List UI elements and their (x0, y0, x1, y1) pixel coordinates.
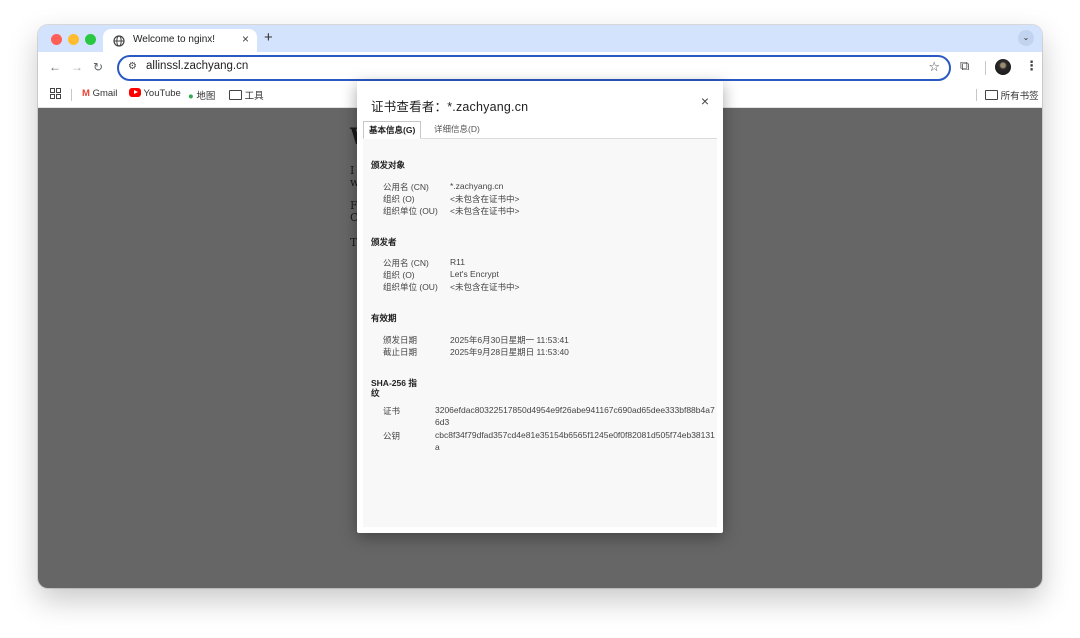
bookmark-gmail[interactable]: M Gmail (82, 88, 117, 99)
all-bookmarks[interactable]: 所有书签 (985, 88, 1039, 102)
field-value: 2025年9月28日星期日 11:53:40 (450, 346, 569, 358)
bookmark-label: 工具 (245, 91, 264, 102)
field-value: <未包含在证书中> (450, 281, 519, 293)
field-value: R11 (450, 257, 465, 267)
tab-title: Welcome to nginx! (133, 34, 215, 45)
section-validity: 有效期 (371, 312, 397, 324)
bookmarks-divider (976, 89, 977, 101)
field-label: 组织 (O) (383, 193, 415, 205)
maps-icon: ● (188, 91, 194, 102)
bookmark-label: 地图 (196, 91, 215, 102)
field-label: 证书 (383, 405, 400, 417)
profile-avatar[interactable] (995, 59, 1011, 75)
certificate-fingerprint: 3206efdac80322517850d4954e9f26abe941167c… (435, 404, 715, 428)
bookmark-label: YouTube (143, 88, 180, 99)
gmail-icon: M (82, 88, 90, 99)
field-value: 2025年6月30日星期一 11:53:41 (450, 334, 569, 346)
bookmark-label: Gmail (93, 88, 118, 99)
section-issued-by: 颁发者 (371, 236, 397, 248)
tab-strip: Welcome to nginx! × + ⌄ (38, 25, 1042, 52)
back-arrow-icon[interactable]: ← (49, 60, 61, 74)
tab-general[interactable]: 基本信息(G) (363, 121, 421, 139)
forward-arrow-icon[interactable]: → (71, 60, 83, 74)
close-icon[interactable]: × (701, 94, 709, 108)
bookmark-maps[interactable]: ● 地图 (188, 88, 215, 102)
all-bookmarks-label: 所有书签 (1001, 91, 1039, 102)
more-menu-icon[interactable]: ⋮ (1025, 58, 1038, 74)
field-label: 截止日期 (383, 346, 417, 358)
extensions-puzzle-icon[interactable]: ⧉ (960, 58, 969, 74)
globe-icon (113, 34, 125, 52)
browser-tab[interactable]: Welcome to nginx! × (103, 29, 257, 53)
url-text[interactable]: allinssl.zachyang.cn (146, 60, 248, 72)
folder-icon (985, 90, 998, 100)
toolbar-divider (985, 61, 986, 75)
minimize-window-button[interactable] (68, 34, 79, 45)
certificate-viewer-dialog: 证书查看者：*.zachyang.cn × 基本信息(G) 详细信息(D) 颁发… (357, 81, 723, 533)
close-window-button[interactable] (51, 34, 62, 45)
tab-close-icon[interactable]: × (242, 32, 249, 46)
field-label: 组织单位 (OU) (383, 205, 438, 217)
field-label: 组织单位 (OU) (383, 281, 438, 293)
youtube-icon (129, 88, 141, 97)
bookmarks-divider (71, 89, 72, 101)
site-info-icon[interactable]: ⚙ (128, 61, 137, 72)
bookmark-youtube[interactable]: YouTube (129, 88, 181, 99)
new-tab-button[interactable]: + (264, 29, 273, 47)
dialog-tabs: 基本信息(G) 详细信息(D) (363, 121, 717, 139)
maximize-window-button[interactable] (85, 34, 96, 45)
folder-icon (229, 90, 242, 100)
address-bar[interactable]: ⚙ allinssl.zachyang.cn ☆ (117, 55, 951, 81)
tab-search-chevron-icon[interactable]: ⌄ (1018, 30, 1034, 46)
field-value: <未包含在证书中> (450, 205, 519, 217)
field-label: 公用名 (CN) (383, 257, 429, 269)
section-issued-to: 颁发对象 (371, 159, 405, 171)
section-fingerprints-cont: 纹 (371, 387, 380, 399)
field-label: 颁发日期 (383, 334, 417, 346)
field-value: *.zachyang.cn (450, 181, 503, 191)
public-key-fingerprint: cbc8f34f79dfad357cd4e81e35154b6565f1245e… (435, 429, 715, 453)
apps-grid-icon[interactable] (50, 88, 61, 102)
field-label: 公用名 (CN) (383, 181, 429, 193)
dialog-title: 证书查看者：*.zachyang.cn (371, 96, 528, 115)
field-value: Let's Encrypt (450, 269, 499, 279)
toolbar: ← → ↻ ⚙ allinssl.zachyang.cn ☆ ⧉ ⋮ (38, 52, 1042, 83)
tab-details[interactable]: 详细信息(D) (429, 121, 485, 137)
field-label: 组织 (O) (383, 269, 415, 281)
bookmark-star-icon[interactable]: ☆ (928, 59, 940, 75)
reload-icon[interactable]: ↻ (93, 60, 103, 74)
general-info-panel: 颁发对象 公用名 (CN) *.zachyang.cn 组织 (O) <未包含在… (363, 139, 717, 527)
field-label: 公钥 (383, 430, 400, 442)
bookmark-folder-tools[interactable]: 工具 (229, 88, 264, 102)
field-value: <未包含在证书中> (450, 193, 519, 205)
